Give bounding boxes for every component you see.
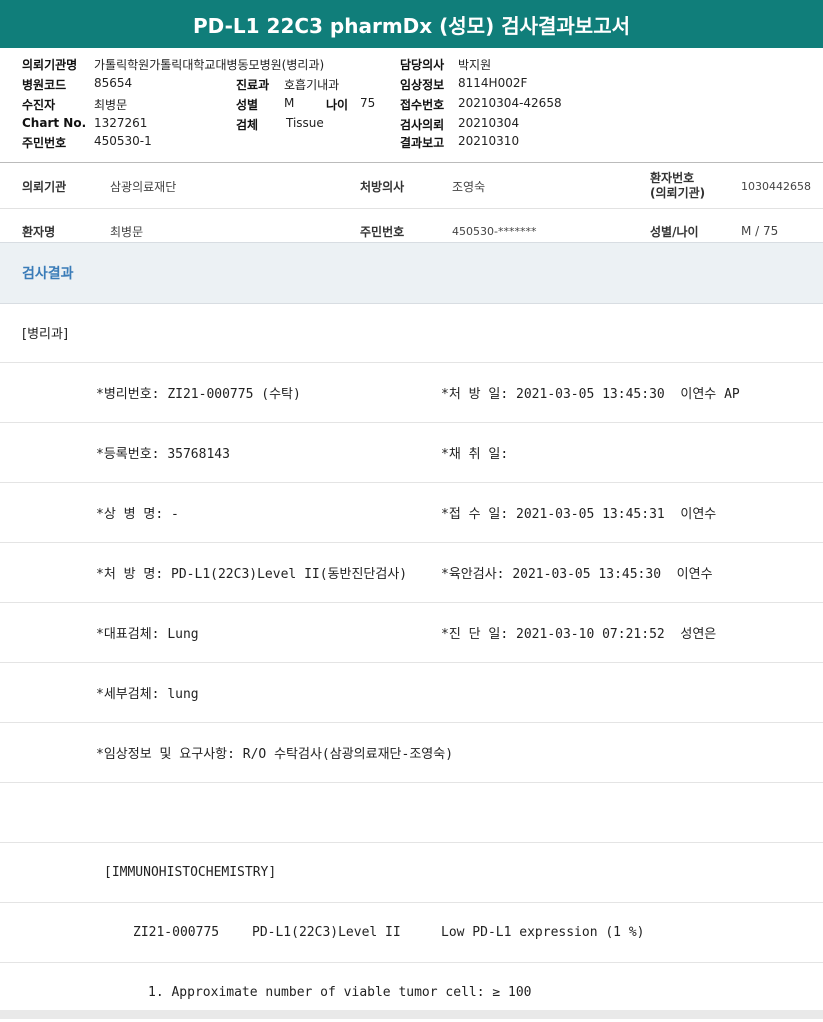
clinical-request: *임상정보 및 요구사항: R/O 수탁검사(삼광의료재단-조영숙) [96, 747, 454, 762]
hdr-label-department: 진료과 [236, 78, 270, 92]
collection-date: *채 취 일: [441, 447, 509, 462]
result-row: *임상정보 및 요구사항: R/O 수탁검사(삼광의료재단-조영숙) [0, 723, 823, 783]
result-row-blank [0, 783, 823, 843]
hdr-value-institution: 가톨릭학원가톨릭대학교대병동모병원(병리과) [94, 58, 325, 72]
info-label-institution: 의뢰기관 [22, 179, 67, 194]
order-name: *처 방 명: PD-L1(22C3)Level II(동반진단검사) [96, 567, 408, 582]
hdr-label-doctor: 담당의사 [400, 58, 445, 72]
hdr-value-specimen: Tissue [286, 116, 324, 130]
hdr-value-patient: 최병문 [94, 98, 128, 112]
ihc-result: Low PD-L1 expression (1 %) [441, 925, 645, 940]
result-row: *세부검체: lung [0, 663, 823, 723]
receipt-date: *접 수 일: 2021-03-05 13:45:31 이연수 [441, 507, 717, 522]
patient-info-row-1: 의뢰기관 삼광의료재단 처방의사 조영숙 환자번호 (의뢰기관) 1030442… [0, 164, 823, 209]
info-label-patient-id-line2: (의뢰기관) [650, 186, 706, 200]
result-row: [IMMUNOHISTOCHEMISTRY] [0, 843, 823, 903]
representative-specimen: *대표검체: Lung [96, 627, 199, 642]
info-label-doctor: 처방의사 [360, 179, 405, 194]
ihc-specimen-number: ZI21-000775 [133, 925, 220, 940]
info-value-doctor: 조영숙 [452, 179, 486, 194]
ihc-title: [IMMUNOHISTOCHEMISTRY] [104, 865, 277, 880]
hdr-label-patient: 수진자 [22, 98, 56, 112]
result-row: *병리번호: ZI21-000775 (수탁) *처 방 일: 2021-03-… [0, 363, 823, 423]
result-row: *처 방 명: PD-L1(22C3)Level II(동반진단검사) *육안검… [0, 543, 823, 603]
diagnosis-date: *진 단 일: 2021-03-10 07:21:52 성연은 [441, 627, 717, 642]
diagnosis-name: *상 병 명: - [96, 507, 179, 522]
hdr-label-request-date: 검사의뢰 [400, 118, 445, 132]
info-label-patient-id: 환자번호 (의뢰기관) [650, 164, 705, 208]
hdr-value-rrn: 450530-1 [94, 134, 152, 148]
result-row: ZI21-000775 PD-L1(22C3)Level II Low PD-L… [0, 903, 823, 963]
section-title: 검사결과 [22, 266, 74, 282]
registration-number: *등록번호: 35768143 [96, 447, 230, 462]
info-value-institution: 삼광의료재단 [110, 179, 177, 194]
hdr-value-sex: M [284, 96, 295, 110]
department-label: [병리과] [22, 327, 69, 342]
hdr-label-clinical-info: 임상정보 [400, 78, 445, 92]
hdr-value-request-date: 20210304 [458, 116, 520, 130]
hdr-label-chart-no: Chart No. [22, 116, 87, 130]
hdr-label-rrn: 주민번호 [22, 136, 67, 150]
report-header: 의뢰기관명 가톨릭학원가톨릭대학교대병동모병원(병리과) 병원코드 85654 … [0, 48, 823, 163]
info-value-patient-id: 1030442658 [741, 179, 811, 193]
patient-info-table: 의뢰기관 삼광의료재단 처방의사 조영숙 환자번호 (의뢰기관) 1030442… [0, 164, 823, 254]
hdr-label-sex: 성별 [236, 98, 259, 112]
hdr-label-specimen: 검체 [236, 118, 259, 132]
section-header-results: 검사결과 [0, 242, 823, 304]
report-title: PD-L1 22C3 pharmDx (성모) 검사결과보고서 [0, 0, 823, 48]
hdr-label-hospital-code: 병원코드 [22, 78, 67, 92]
hdr-value-hospital-code: 85654 [94, 76, 133, 90]
hdr-label-report-date: 결과보고 [400, 136, 445, 150]
hdr-value-accession-no: 20210304-42658 [458, 96, 562, 110]
hdr-value-report-date: 20210310 [458, 134, 520, 148]
order-date: *처 방 일: 2021-03-05 13:45:30 이연수 AP [441, 387, 740, 402]
detailed-specimen: *세부검체: lung [96, 687, 199, 702]
hdr-value-age: 75 [360, 96, 376, 110]
hdr-value-department: 호흡기내과 [284, 78, 340, 92]
hdr-value-chart-no: 1327261 [94, 116, 148, 130]
hdr-value-doctor: 박지원 [458, 58, 492, 72]
result-row: *상 병 명: - *접 수 일: 2021-03-05 13:45:31 이연… [0, 483, 823, 543]
result-row: *대표검체: Lung *진 단 일: 2021-03-10 07:21:52 … [0, 603, 823, 663]
scroll-bottom-strip [0, 1010, 823, 1019]
hdr-label-institution: 의뢰기관명 [22, 58, 78, 72]
hdr-label-age: 나이 [326, 98, 349, 112]
gross-exam-date: *육안검사: 2021-03-05 13:45:30 이연수 [441, 567, 713, 582]
result-row-dept: [병리과] [0, 303, 823, 363]
pathology-number: *병리번호: ZI21-000775 (수탁) [96, 387, 301, 402]
results-body: [병리과] *병리번호: ZI21-000775 (수탁) *처 방 일: 20… [0, 303, 823, 1022]
ihc-test-name: PD-L1(22C3)Level II [252, 925, 401, 940]
hdr-label-accession-no: 접수번호 [400, 98, 445, 112]
info-label-patient-id-line1: 환자번호 [650, 171, 695, 185]
hdr-value-clinical-info: 8114H002F [458, 76, 528, 90]
result-row: *등록번호: 35768143 *채 취 일: [0, 423, 823, 483]
